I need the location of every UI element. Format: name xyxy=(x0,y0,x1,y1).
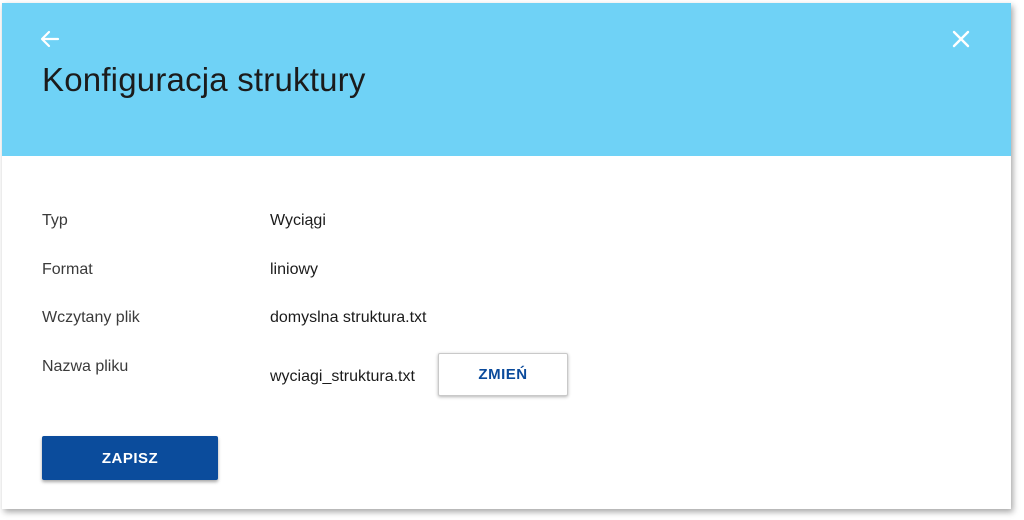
format-value: liniowy xyxy=(270,261,319,278)
loaded-file-value: domyslna struktura.txt xyxy=(270,309,427,326)
page-title: Konfiguracja struktury xyxy=(42,61,366,98)
close-button[interactable] xyxy=(949,27,973,51)
configuration-panel: Konfiguracja struktury Typ Wyciągi Forma… xyxy=(2,3,1011,509)
format-label: Format xyxy=(42,261,93,278)
file-name-label: Nazwa pliku xyxy=(42,358,129,375)
loaded-file-label: Wczytany plik xyxy=(42,309,140,326)
arrow-left-icon xyxy=(40,30,60,48)
change-button[interactable]: ZMIEŃ xyxy=(438,353,568,396)
file-name-value: wyciagi_struktura.txt xyxy=(270,368,415,385)
close-icon xyxy=(952,30,970,48)
panel-header: Konfiguracja struktury xyxy=(2,3,1011,156)
save-button[interactable]: ZAPISZ xyxy=(42,436,218,480)
detail-row-loaded-file: Wczytany plik domyslna struktura.txt xyxy=(42,309,942,335)
detail-row-format: Format liniowy xyxy=(42,261,942,287)
detail-row-type: Typ Wyciągi xyxy=(42,212,942,238)
type-label: Typ xyxy=(42,212,68,229)
back-button[interactable] xyxy=(38,27,62,51)
type-value: Wyciągi xyxy=(270,212,326,229)
